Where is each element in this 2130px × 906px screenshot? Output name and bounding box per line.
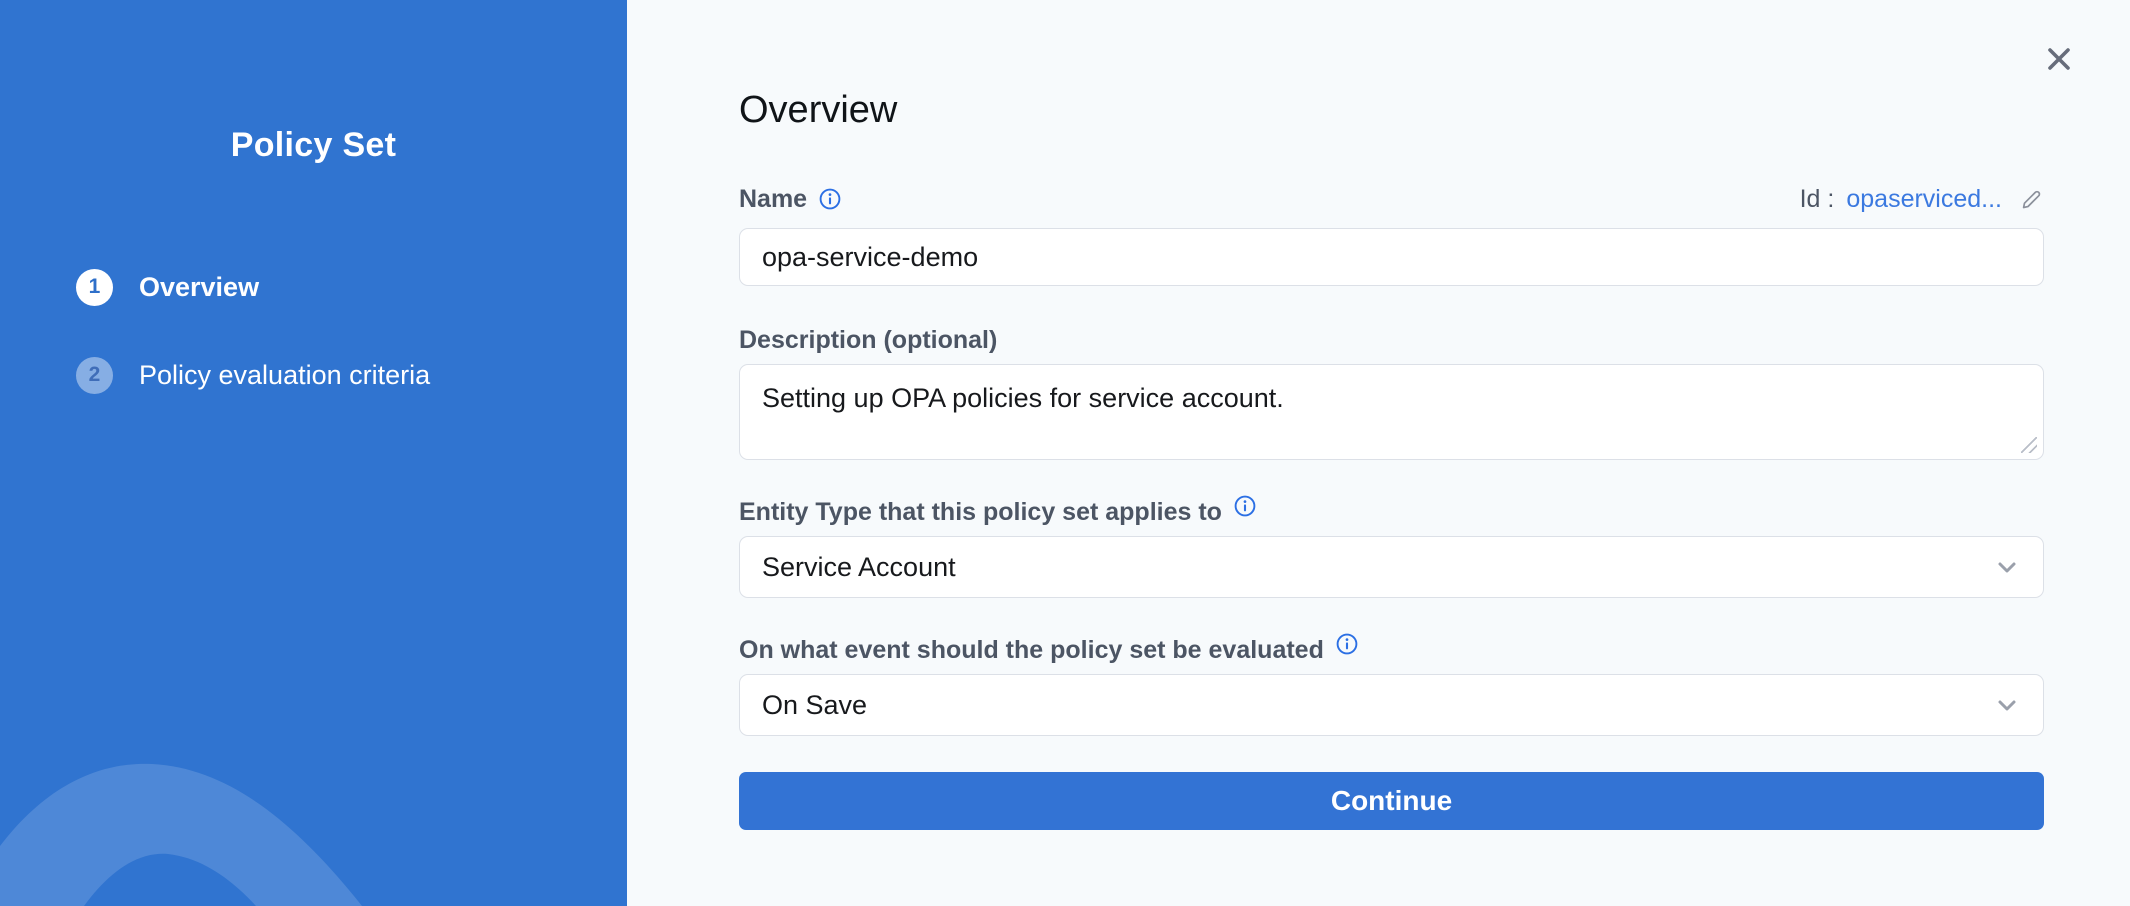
wizard-title: Policy Set xyxy=(0,126,627,165)
id-value-link[interactable]: opaserviced... xyxy=(1846,185,2002,214)
entity-type-label: Entity Type that this policy set applies… xyxy=(739,496,1222,528)
entity-type-select[interactable]: Service Account xyxy=(739,536,2044,598)
entity-id-group: Id : opaserviced... xyxy=(1800,185,2044,214)
chevron-down-icon xyxy=(1993,691,2021,719)
wizard-steps: 1 Overview 2 Policy evaluation criteria xyxy=(76,268,430,394)
policy-set-wizard: Policy Set 1 Overview 2 Policy evaluatio… xyxy=(0,0,2130,906)
close-button[interactable] xyxy=(2042,42,2076,76)
entity-type-label-row: Entity Type that this policy set applies… xyxy=(739,496,2044,528)
name-label: Name xyxy=(739,183,807,215)
description-textarea[interactable]: Setting up OPA policies for service acco… xyxy=(739,364,2044,460)
step-overview[interactable]: 1 Overview xyxy=(76,268,430,306)
description-label: Description (optional) xyxy=(739,324,997,356)
step-1-badge: 1 xyxy=(76,269,113,306)
id-prefix: Id : xyxy=(1800,185,1835,214)
description-field-wrap: Setting up OPA policies for service acco… xyxy=(739,364,2044,460)
description-label-row: Description (optional) xyxy=(739,324,2044,356)
wizard-sidebar: Policy Set 1 Overview 2 Policy evaluatio… xyxy=(0,0,627,906)
name-label-row: Name Id : opaserviced... xyxy=(739,182,2044,216)
event-label: On what event should the policy set be e… xyxy=(739,634,1324,666)
info-icon[interactable] xyxy=(819,188,841,210)
event-value: On Save xyxy=(762,690,867,721)
page-title: Overview xyxy=(739,84,2044,136)
step-policy-evaluation-criteria[interactable]: 2 Policy evaluation criteria xyxy=(76,356,430,394)
step-1-label: Overview xyxy=(139,272,259,303)
event-select[interactable]: On Save xyxy=(739,674,2044,736)
overview-step-panel: Overview Name Id : opaserviced... xyxy=(627,0,2130,906)
event-label-row: On what event should the policy set be e… xyxy=(739,634,2044,666)
step-2-label: Policy evaluation criteria xyxy=(139,360,430,391)
pencil-icon[interactable] xyxy=(2020,187,2044,211)
info-icon[interactable] xyxy=(1234,495,1256,517)
name-input[interactable] xyxy=(739,228,2044,286)
close-icon xyxy=(2044,44,2074,74)
step-2-badge: 2 xyxy=(76,357,113,394)
entity-type-value: Service Account xyxy=(762,552,956,583)
continue-button[interactable]: Continue xyxy=(739,772,2044,830)
chevron-down-icon xyxy=(1993,553,2021,581)
info-icon[interactable] xyxy=(1336,633,1358,655)
